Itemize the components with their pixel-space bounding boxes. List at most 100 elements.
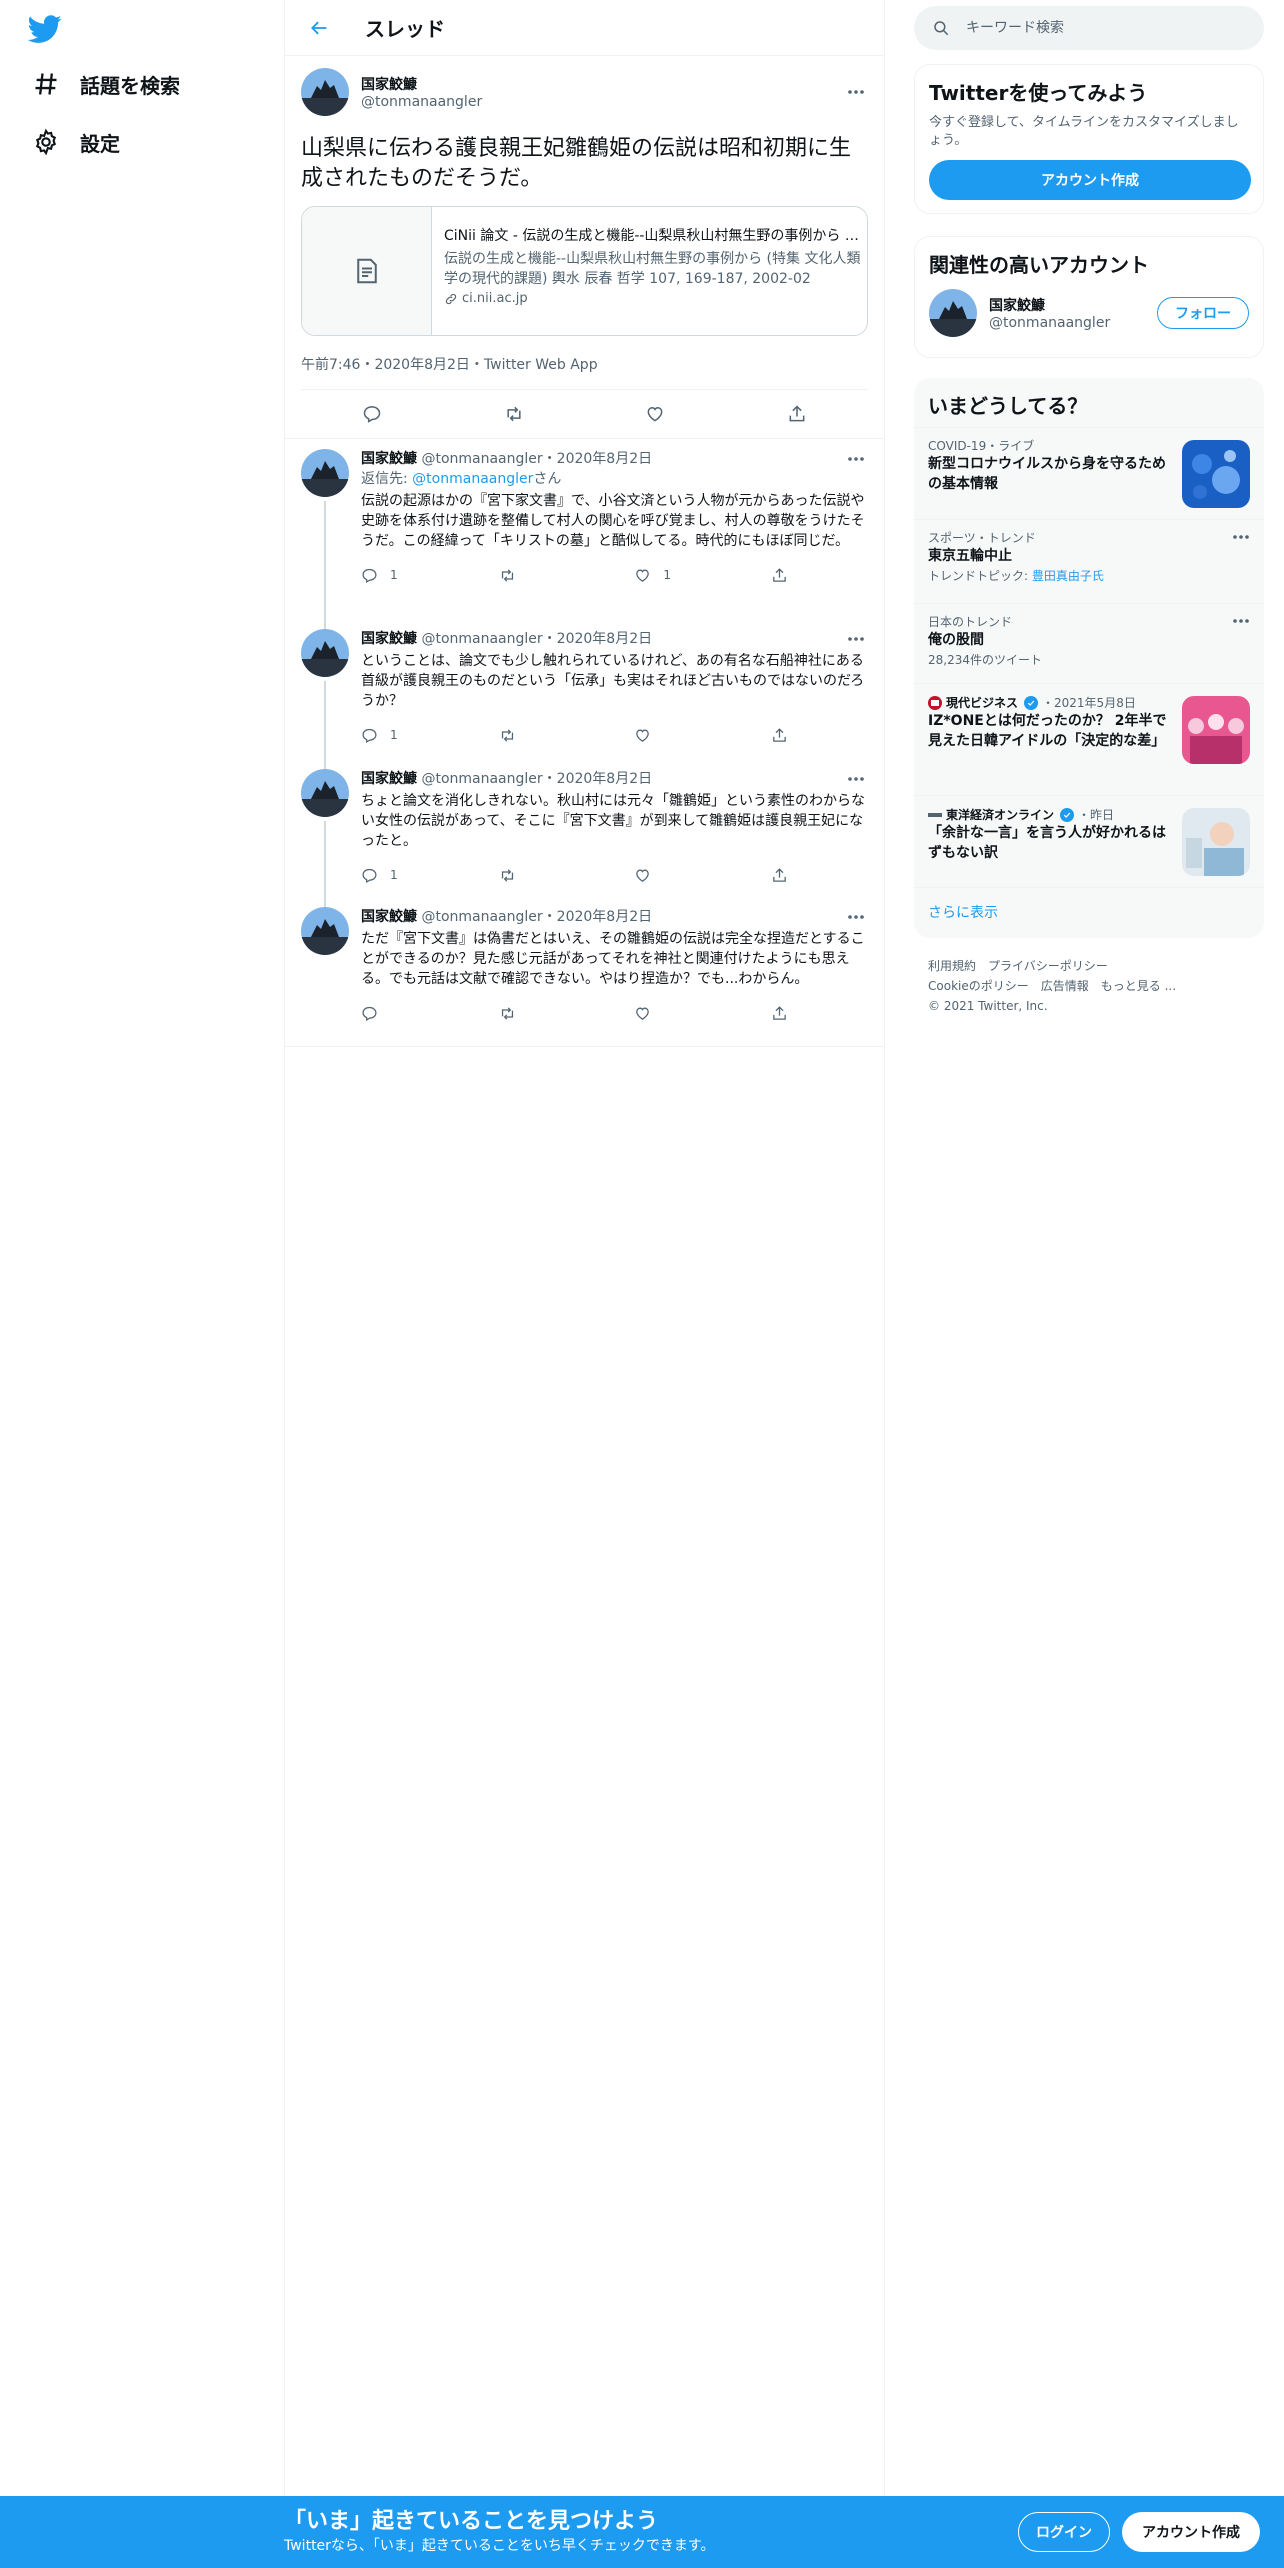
retweet-button[interactable]	[498, 1005, 608, 1022]
news-item[interactable]: 現代ビジネス ・2021年5月8日 IZ*ONEとは何だったのか？ 2年半で見え…	[914, 683, 1264, 795]
share-icon[interactable]	[779, 396, 815, 432]
create-account-button[interactable]: アカウント作成	[929, 160, 1251, 200]
news-title: IZ*ONEとは何だったのか？ 2年半で見えた日韓アイドルの「決定的な差」	[928, 713, 1167, 749]
author-handle[interactable]: @tonmanaangler	[361, 94, 482, 110]
author-handle[interactable]: @tonmanaangler	[421, 909, 542, 925]
like-icon	[636, 1007, 650, 1020]
nav-settings-label: 設定	[80, 131, 120, 156]
author-handle[interactable]: @tonmanaangler	[421, 451, 542, 467]
reply-tweet: 国家鮫鱇 @tonmanaangler・2020年8月2日 返信先: @tonm…	[285, 439, 884, 633]
gear-icon	[32, 128, 60, 156]
card-description: 伝説の生成と機能--山梨県秋山村無生野の事例から (特集 文化人類学の現代的課題…	[444, 251, 861, 287]
trend-item[interactable]: スポーツ・トレンド 東京五輪中止 トレンドトピック: 豊田真由子氏	[914, 519, 1264, 603]
avatar[interactable]	[301, 449, 349, 497]
signup-text: 今すぐ登録して、タイムラインをカスタマイズしましょう。	[929, 115, 1239, 148]
news-time: ・昨日	[1078, 808, 1115, 822]
news-item[interactable]: 東洋経済オンライン ・昨日 「余計な一言」を言う人が好かれるはずもない訳	[914, 795, 1264, 887]
more-icon[interactable]	[844, 629, 868, 649]
retweet-button[interactable]	[498, 567, 608, 584]
reply-button[interactable]	[361, 1005, 471, 1022]
like-button[interactable]	[634, 1005, 744, 1022]
like-button[interactable]	[634, 727, 744, 744]
author-name[interactable]: 国家鮫鱇	[361, 74, 482, 94]
link-card[interactable]: CiNii 論文 - 伝説の生成と機能--山梨県秋山村無生野の事例から (特集 …	[301, 206, 868, 336]
more-icon[interactable]	[844, 449, 868, 469]
trend-title: 新型コロナウイルスから身を守るための基本情報	[928, 456, 1166, 492]
publisher-logo-icon	[928, 812, 942, 817]
share-icon	[773, 727, 786, 742]
avatar[interactable]	[301, 629, 349, 677]
retweet-button[interactable]	[498, 727, 608, 744]
trend-item[interactable]: 日本のトレンド 俺の股間 28,234件のツイート	[914, 603, 1264, 683]
reply-button[interactable]: 1	[361, 867, 471, 884]
author-name[interactable]: 国家鮫鱇	[361, 909, 417, 925]
footer-link-more[interactable]: もっと見る ...	[1101, 979, 1176, 993]
avatar[interactable]	[301, 68, 349, 116]
retweet-icon[interactable]	[496, 396, 532, 432]
trend-topic-link[interactable]: 豊田真由子氏	[1032, 569, 1104, 583]
account-row[interactable]: 国家鮫鱇 @tonmanaangler フォロー	[915, 278, 1263, 348]
more-icon[interactable]	[1232, 534, 1250, 540]
reply-icon	[362, 1006, 377, 1021]
login-button[interactable]: ログイン	[1018, 2512, 1110, 2552]
like-button[interactable]	[634, 867, 744, 884]
tweet-date[interactable]: 2020年8月2日	[557, 909, 652, 925]
back-button[interactable]	[301, 10, 337, 46]
avatar[interactable]	[929, 289, 977, 337]
reply-to-suffix: さん	[533, 471, 562, 487]
separator: ・	[542, 771, 557, 787]
tweet-date[interactable]: 2020年8月2日	[557, 451, 652, 467]
more-icon[interactable]	[844, 769, 868, 789]
more-icon[interactable]	[844, 82, 868, 102]
trends-panel: いまどうしてる？ COVID-19・ライブ 新型コロナウイルスから身を守るための…	[914, 378, 1264, 938]
like-icon[interactable]	[637, 396, 673, 432]
share-button[interactable]	[771, 567, 801, 584]
share-button[interactable]	[771, 727, 801, 744]
trend-category: スポーツ・トレンド	[928, 531, 1036, 545]
nav-explore[interactable]: 話題を検索	[32, 64, 180, 104]
search-box[interactable]	[914, 6, 1264, 50]
footer: 利用規約 プライバシーポリシー Cookieのポリシー 広告情報 もっと見る ... …	[928, 956, 1258, 1016]
tweet-date[interactable]: 2020年8月2日	[557, 631, 652, 647]
author-name[interactable]: 国家鮫鱇	[361, 631, 417, 647]
reply-icon[interactable]	[354, 396, 390, 432]
tweet-meta[interactable]: 午前7:46・2020年8月2日・Twitter Web App	[301, 354, 868, 390]
trend-title: 東京五輪中止	[928, 548, 1012, 564]
footer-link-ads[interactable]: 広告情報	[1041, 979, 1089, 993]
footer-link-terms[interactable]: 利用規約	[928, 959, 976, 973]
main-column: スレッド 国家鮫鱇 @tonmanaangler 山梨県に伝わる護良親王妃雛鶴姫…	[284, 0, 885, 2496]
author-name[interactable]: 国家鮫鱇	[361, 771, 417, 787]
retweet-button[interactable]	[498, 867, 608, 884]
reply-button[interactable]: 1	[361, 727, 471, 744]
show-more-link[interactable]: さらに表示	[914, 887, 1264, 936]
author-handle[interactable]: @tonmanaangler	[421, 771, 542, 787]
verified-badge-icon	[1060, 807, 1075, 822]
search-input[interactable]	[966, 20, 1246, 36]
twitter-bird-icon[interactable]	[28, 12, 64, 48]
avatar[interactable]	[301, 907, 349, 955]
account-name[interactable]: 国家鮫鱇	[989, 295, 1110, 315]
reply-count: 1	[390, 868, 398, 882]
signup-button[interactable]: アカウント作成	[1122, 2512, 1260, 2552]
avatar[interactable]	[301, 769, 349, 817]
reply-icon	[362, 868, 377, 883]
trend-item[interactable]: COVID-19・ライブ 新型コロナウイルスから身を守るための基本情報	[914, 427, 1264, 519]
follow-button[interactable]: フォロー	[1157, 297, 1249, 329]
account-handle[interactable]: @tonmanaangler	[989, 315, 1110, 331]
footer-link-cookies[interactable]: Cookieのポリシー	[928, 979, 1029, 993]
share-button[interactable]	[771, 1005, 801, 1022]
tweet-text: ということは、論文でも少し触れられているけれど、あの有名な石船神社にある首級が護…	[361, 653, 865, 709]
author-name[interactable]: 国家鮫鱇	[361, 451, 417, 467]
reply-to-link[interactable]: @tonmanaangler	[412, 471, 533, 487]
author-handle[interactable]: @tonmanaangler	[421, 631, 542, 647]
share-button[interactable]	[771, 867, 801, 884]
nav-settings[interactable]: 設定	[32, 122, 120, 162]
like-button[interactable]: 1	[634, 567, 744, 584]
reply-button[interactable]: 1	[361, 567, 471, 584]
more-icon[interactable]	[1232, 618, 1250, 624]
footer-link-privacy[interactable]: プライバシーポリシー	[988, 959, 1108, 973]
publisher-logo-icon	[928, 695, 942, 710]
more-icon[interactable]	[844, 907, 868, 927]
tweet-date[interactable]: 2020年8月2日	[557, 771, 652, 787]
bottom-bar-subtitle: Twitterなら、「いま」起きていることをいち早くチェックできます。	[284, 2538, 715, 2554]
